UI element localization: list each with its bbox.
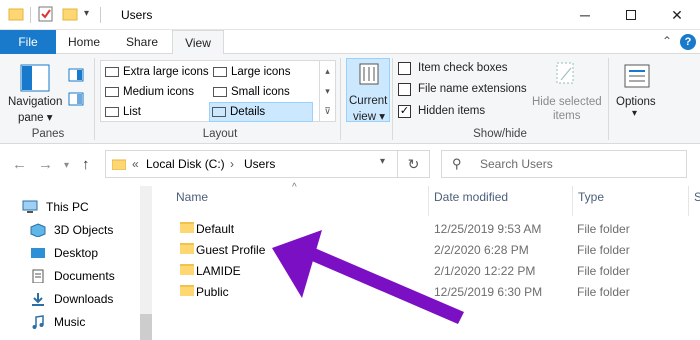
annotation-arrow-icon: [272, 230, 464, 324]
